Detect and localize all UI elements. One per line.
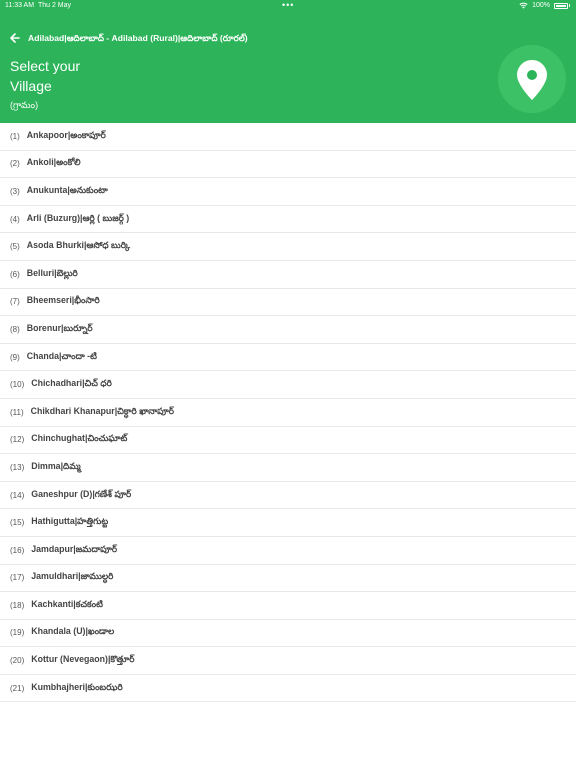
status-time-text: 11:33 AM bbox=[5, 2, 35, 9]
status-right: 100% bbox=[519, 2, 570, 9]
village-list-item[interactable]: (13) Dimma|దిమ్మ bbox=[0, 454, 576, 482]
village-list-item[interactable]: (18) Kachkanti|కచకంటి bbox=[0, 592, 576, 620]
village-number: (9) bbox=[10, 352, 20, 362]
village-list: (1) Ankapoor|అంకాపూర్ (2) Ankoli|అంకోలి (3) A… bbox=[0, 123, 576, 703]
village-name: Hathigutta|హత్తిగుట్ట bbox=[31, 516, 109, 527]
village-list-item[interactable]: (6) Belluri|బెల్లురి bbox=[0, 261, 576, 289]
village-name: Dimma|దిమ్మ bbox=[31, 460, 81, 471]
village-list-item[interactable]: (15) Hathigutta|హత్తిగుట్ట bbox=[0, 509, 576, 537]
page-header: Adilabad|ఆదిలాబాద్ - Adilabad (Rural)|ఆద… bbox=[0, 12, 576, 123]
village-list-item[interactable]: (3) Anukunta|అనుకుంటా bbox=[0, 178, 576, 206]
battery-icon bbox=[554, 2, 568, 9]
village-name: Jamdapur|జమదాపూర్ bbox=[31, 543, 118, 554]
village-name: Arli (Buzurg)|ఆర్లి ( బుజర్గ్ ) bbox=[26, 212, 130, 223]
village-number: (11) bbox=[10, 407, 24, 417]
village-name: Khandala (U)|ఖండాల bbox=[31, 626, 115, 637]
arrow-left-icon[interactable] bbox=[9, 32, 21, 44]
village-number: (19) bbox=[10, 628, 25, 638]
location-badge bbox=[498, 45, 566, 113]
village-list-item[interactable]: (9) Chanda|చాందా -టి bbox=[0, 344, 576, 372]
village-name: Jamuldhari|జాముల్ధరి bbox=[31, 571, 114, 582]
village-list-item[interactable]: (21) Kumbhajheri|కుంబఝరి bbox=[0, 675, 576, 703]
wifi-icon bbox=[519, 2, 528, 9]
village-name: Asoda Bhurki|ఆసోధ బుర్కి bbox=[26, 240, 131, 251]
village-list-item[interactable]: (2) Ankoli|అంకోలి bbox=[0, 151, 576, 179]
village-list-item[interactable]: (7) Bheemseri|భీంసారి bbox=[0, 289, 576, 317]
village-list-item[interactable]: (5) Asoda Bhurki|ఆసోధ బుర్కి bbox=[0, 233, 576, 261]
village-list-item[interactable]: (17) Jamuldhari|జాముల్ధరి bbox=[0, 565, 576, 593]
multitasking-dots-icon[interactable]: ••• bbox=[282, 0, 294, 10]
village-name: Chanda|చాందా -టి bbox=[26, 350, 97, 361]
village-list-item[interactable]: (8) Borenur|బుర్నూర్ bbox=[0, 316, 576, 344]
village-number: (21) bbox=[10, 683, 25, 693]
village-name: Belluri|బెల్లురి bbox=[26, 267, 78, 278]
village-list-item[interactable]: (11) Chikdhari Khanapur|చిక్ధారి ఖానాపూర్ bbox=[0, 399, 576, 427]
breadcrumb: Adilabad|ఆదిలాబాద్ - Adilabad (Rural)|ఆద… bbox=[28, 33, 248, 43]
village-list-item[interactable]: (14) Ganeshpur (D)|గణేశ్ పూర్ bbox=[0, 482, 576, 510]
village-name: Kottur (Nevegaon)|కొత్తూర్ bbox=[31, 654, 135, 665]
village-list-item[interactable]: (16) Jamdapur|జమదాపూర్ bbox=[0, 537, 576, 565]
village-number: (3) bbox=[10, 186, 20, 196]
page-subtitle: (గ్రామం) bbox=[10, 100, 39, 110]
village-list-item[interactable]: (12) Chinchughat|చించుఘాట్ bbox=[0, 427, 576, 455]
village-name: Borenur|బుర్నూర్ bbox=[26, 322, 93, 333]
status-time: 11:33 AM Thu 2 May bbox=[5, 2, 71, 9]
village-number: (17) bbox=[10, 573, 25, 583]
village-number: (18) bbox=[10, 600, 25, 610]
village-name: Chinchughat|చించుఘాట్ bbox=[31, 433, 128, 444]
village-name: Ganeshpur (D)|గణేశ్ పూర్ bbox=[31, 488, 132, 499]
village-name: Ankapoor|అంకాపూర్ bbox=[26, 129, 106, 140]
village-number: (14) bbox=[10, 490, 25, 500]
village-number: (13) bbox=[10, 462, 25, 472]
village-name: Kumbhajheri|కుంబఝరి bbox=[31, 681, 123, 692]
village-number: (1) bbox=[10, 131, 20, 141]
village-number: (15) bbox=[10, 518, 25, 528]
village-name: Anukunta|అనుకుంటా bbox=[26, 184, 108, 195]
battery-tip bbox=[569, 4, 570, 7]
village-list-item[interactable]: (1) Ankapoor|అంకాపూర్ bbox=[0, 123, 576, 151]
village-number: (8) bbox=[10, 324, 20, 334]
village-name: Chikdhari Khanapur|చిక్ధారి ఖానాపూర్ bbox=[30, 405, 174, 416]
village-list-item[interactable]: (19) Khandala (U)|ఖండాల bbox=[0, 620, 576, 648]
village-number: (2) bbox=[10, 159, 20, 169]
village-number: (12) bbox=[10, 435, 25, 445]
village-number: (7) bbox=[10, 297, 20, 307]
location-pin-icon bbox=[517, 60, 547, 100]
village-number: (4) bbox=[10, 214, 20, 224]
village-list-item[interactable]: (10) Chichadhari|చిచ్ ధరి bbox=[0, 371, 576, 399]
village-number: (5) bbox=[10, 242, 20, 252]
village-list-item[interactable]: (20) Kottur (Nevegaon)|కొత్తూర్ bbox=[0, 647, 576, 675]
village-name: Bheemseri|భీంసారి bbox=[26, 295, 100, 306]
battery-percent: 100% bbox=[532, 2, 550, 9]
village-name: Kachkanti|కచకంటి bbox=[31, 598, 103, 609]
village-list-item[interactable]: (4) Arli (Buzurg)|ఆర్లి ( బుజర్గ్ ) bbox=[0, 206, 576, 234]
status-bar: 11:33 AM Thu 2 May ••• 100% bbox=[0, 0, 576, 12]
village-number: (16) bbox=[10, 545, 25, 555]
village-number: (10) bbox=[10, 380, 25, 390]
village-name: Ankoli|అంకోలి bbox=[26, 157, 81, 168]
village-number: (20) bbox=[10, 656, 25, 666]
village-number: (6) bbox=[10, 269, 20, 279]
village-name: Chichadhari|చిచ్ ధరి bbox=[31, 378, 112, 389]
page-title: Select your Village bbox=[10, 58, 81, 94]
status-date-text: Thu 2 May bbox=[37, 2, 72, 9]
